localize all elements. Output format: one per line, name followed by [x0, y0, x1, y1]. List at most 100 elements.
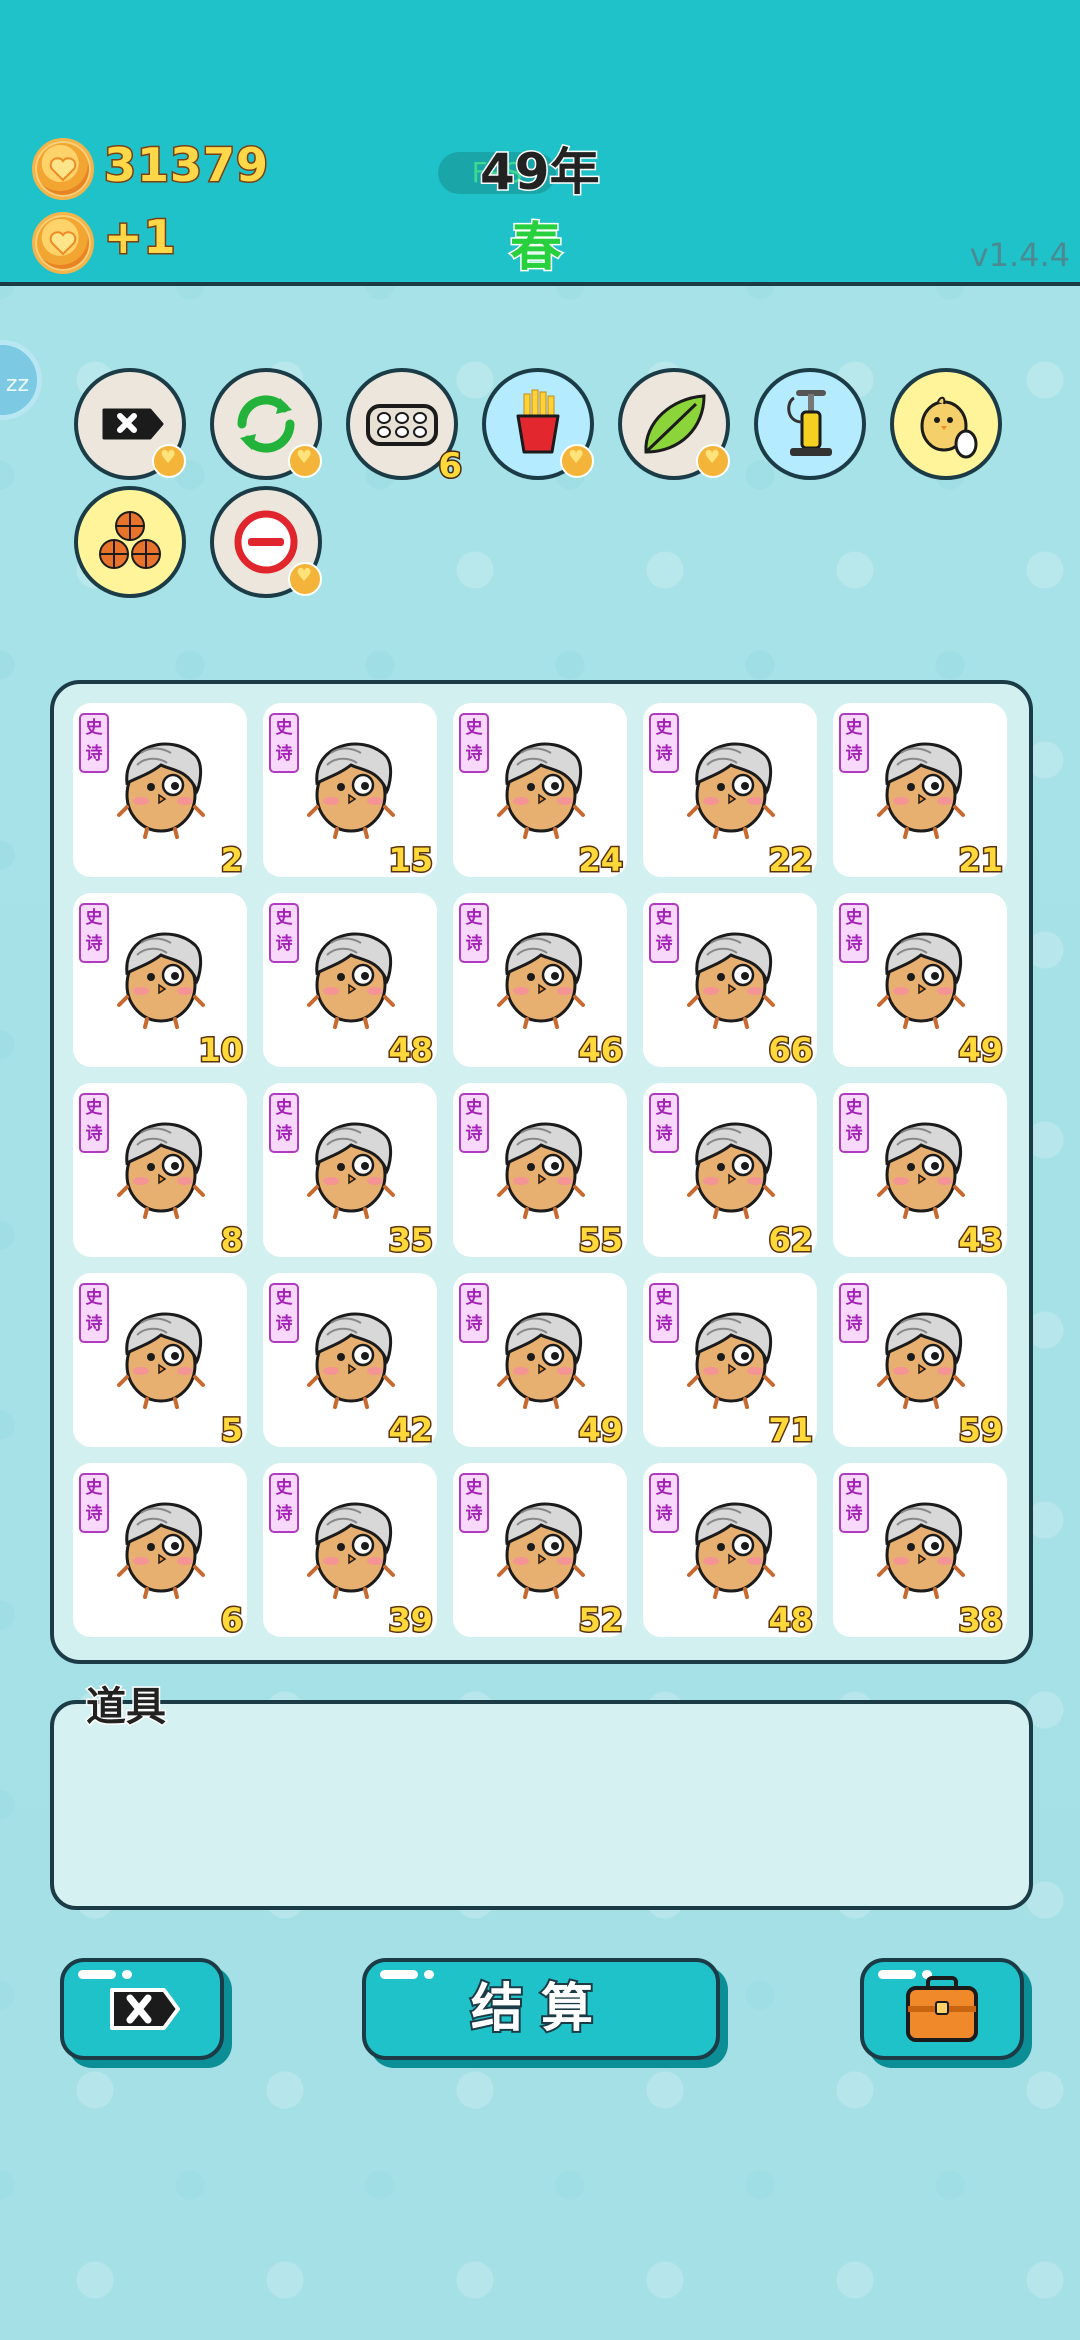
chicken-icon — [307, 1312, 395, 1409]
chicken-value: 55 — [577, 1220, 625, 1261]
basketballs-icon — [99, 511, 161, 569]
chicken-icon — [497, 742, 585, 839]
fries-tool[interactable] — [482, 368, 594, 480]
coin-count: 31379 — [102, 137, 270, 194]
chicken-card[interactable]: 史 诗8 — [73, 1083, 247, 1261]
chicken-icon — [117, 742, 205, 839]
chicken-card[interactable]: 史 诗 15 — [263, 703, 437, 881]
backpack-button[interactable] — [860, 1958, 1024, 2060]
chicken-card[interactable]: 史 诗 55 — [453, 1083, 627, 1261]
coin-income: +1 — [103, 209, 178, 266]
chicken-value: 15 — [387, 840, 435, 881]
chicken-card[interactable]: 史 诗5 — [73, 1273, 247, 1451]
chicken-card[interactable]: 史 诗2 — [73, 703, 247, 881]
chicken-card[interactable]: 史 诗 49 — [453, 1273, 627, 1451]
chicken-card[interactable]: 史 诗 49 — [833, 893, 1007, 1071]
basketballs-tool[interactable] — [74, 486, 186, 598]
chicken-value: 24 — [577, 840, 625, 881]
chicken-icon — [877, 1122, 965, 1219]
chicken-card[interactable]: 史 诗 24 — [453, 703, 627, 881]
chicken-icon — [687, 1502, 775, 1599]
settle-button-label: 结算 — [469, 1977, 611, 2041]
briefcase-icon — [906, 1976, 978, 2042]
chicken-value: 62 — [767, 1220, 815, 1261]
chicken-icon — [877, 742, 965, 839]
chick-egg-tool[interactable] — [890, 368, 1002, 480]
chicken-value: 21 — [957, 840, 1005, 881]
items-label: 道具 — [85, 1683, 168, 1732]
chicken-card[interactable]: 史 诗 39 — [263, 1463, 437, 1641]
heart-badge-icon — [288, 444, 322, 478]
chick-egg-icon — [920, 396, 978, 459]
delete-tag-tool[interactable] — [74, 368, 186, 480]
season-label: 春 — [508, 217, 563, 280]
chicken-icon — [307, 932, 395, 1029]
chicken-icon — [307, 1502, 395, 1599]
chicken-card[interactable]: 史 诗 43 — [833, 1083, 1007, 1261]
chicken-value: 59 — [957, 1410, 1005, 1451]
chicken-card[interactable]: 史 诗 38 — [833, 1463, 1007, 1641]
chicken-icon — [497, 932, 585, 1029]
leaf-tool[interactable] — [618, 368, 730, 480]
chicken-value: 6 — [219, 1600, 244, 1641]
chicken-icon — [497, 1502, 585, 1599]
chicken-value: 52 — [577, 1600, 625, 1641]
egg-tray-count: 6 — [437, 445, 464, 488]
chicken-value: 66 — [767, 1030, 815, 1071]
top-bar: 31379 +1 FPS 49年 春 v1.4.4 — [0, 0, 1080, 286]
chicken-value: 48 — [767, 1600, 815, 1641]
chicken-icon — [877, 932, 965, 1029]
settle-button[interactable]: 结算 — [362, 1958, 720, 2060]
version-label: v1.4.4 — [969, 236, 1070, 274]
chicken-value: 43 — [957, 1220, 1005, 1261]
pump-icon — [787, 390, 832, 456]
chicken-card[interactable]: 史 诗 48 — [263, 893, 437, 1071]
chicken-icon — [687, 932, 775, 1029]
chicken-card[interactable]: 史 诗 71 — [643, 1273, 817, 1451]
delete-tag-icon — [110, 1988, 180, 2030]
items-panel — [50, 1700, 1033, 1910]
chicken-value: 5 — [219, 1410, 244, 1451]
chicken-value: 2 — [219, 840, 244, 881]
chicken-value: 48 — [387, 1030, 435, 1071]
pump-tool[interactable] — [754, 368, 866, 480]
chicken-card[interactable]: 史 诗 22 — [643, 703, 817, 881]
heart-badge-icon — [288, 562, 322, 596]
refresh-tool[interactable] — [210, 368, 322, 480]
coin-icon — [32, 138, 94, 200]
delete-button[interactable] — [60, 1958, 224, 2060]
chicken-card[interactable]: 史 诗 42 — [263, 1273, 437, 1451]
chicken-card[interactable]: 史 诗6 — [73, 1463, 247, 1641]
chicken-card[interactable]: 史 诗 46 — [453, 893, 627, 1071]
heart-badge-icon — [152, 444, 186, 478]
chicken-icon — [877, 1502, 965, 1599]
chicken-icon — [117, 1502, 205, 1599]
chicken-card[interactable]: 史 诗 10 — [73, 893, 247, 1071]
chicken-value: 71 — [767, 1410, 815, 1451]
chicken-card[interactable]: 史 诗 62 — [643, 1083, 817, 1261]
chicken-card[interactable]: 史 诗 66 — [643, 893, 817, 1071]
chicken-value: 39 — [387, 1600, 435, 1641]
year-label: 49年 — [479, 142, 602, 203]
chicken-icon — [877, 1312, 965, 1409]
chicken-card[interactable]: 史 诗 52 — [453, 1463, 627, 1641]
chicken-icon — [687, 1312, 775, 1409]
coin-income-icon — [32, 212, 94, 274]
chicken-icon — [687, 742, 775, 839]
heart-badge-icon — [560, 444, 594, 478]
chicken-icon — [687, 1122, 775, 1219]
chicken-card[interactable]: 史 诗 21 — [833, 703, 1007, 881]
chicken-icon — [307, 1122, 395, 1219]
chicken-value: 35 — [387, 1220, 435, 1261]
chicken-value: 42 — [387, 1410, 435, 1451]
chicken-card[interactable]: 史 诗 48 — [643, 1463, 817, 1641]
chicken-value: 8 — [219, 1220, 244, 1261]
chicken-value: 46 — [577, 1030, 625, 1071]
egg-tray-tool[interactable]: 6 — [346, 368, 463, 488]
chicken-icon — [497, 1122, 585, 1219]
minus-tool[interactable] — [210, 486, 322, 598]
chicken-value: 10 — [197, 1030, 245, 1071]
chicken-card[interactable]: 史 诗 35 — [263, 1083, 437, 1261]
chicken-card[interactable]: 史 诗 59 — [833, 1273, 1007, 1451]
chicken-icon — [307, 742, 395, 839]
